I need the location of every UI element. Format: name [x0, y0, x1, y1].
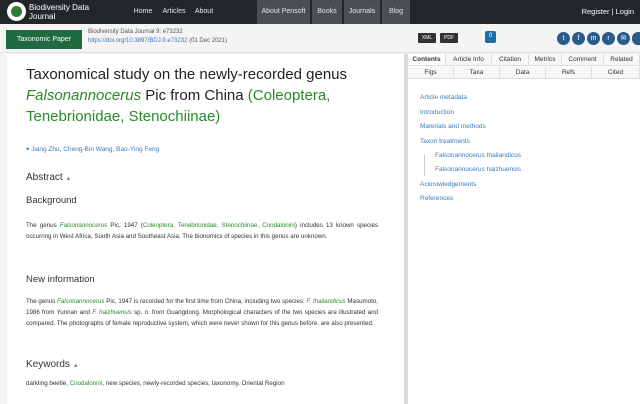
facebook-icon[interactable]: f: [572, 32, 585, 45]
toc-indent-line: [424, 154, 425, 176]
comments-count-badge[interactable]: 0: [485, 31, 496, 43]
article-type-button[interactable]: Taxonomic Paper: [6, 30, 82, 49]
ni-genus-link[interactable]: Falsonannocerus: [57, 298, 104, 305]
title-genus-link[interactable]: Falsonannocerus: [26, 87, 141, 104]
kw-text-b: , new species, newly-recorded species, t…: [102, 380, 285, 387]
twitter-icon[interactable]: t: [557, 32, 570, 45]
new-information-heading: New information: [26, 274, 95, 285]
keywords-heading-text: Keywords: [26, 359, 70, 370]
tab-metrics[interactable]: Metrics: [529, 54, 562, 66]
plus-icon[interactable]: [632, 32, 640, 45]
email-icon[interactable]: ✉: [617, 32, 630, 45]
collapse-icon[interactable]: ▲: [65, 176, 71, 182]
keywords-paragraph: darkling beetle, Cnodalonini, new specie…: [26, 378, 378, 389]
bg-text-b: Pic, 1947 (: [107, 222, 143, 229]
journal-logo-text[interactable]: Biodiversity Data Journal: [29, 3, 99, 21]
sidebar-panel: [407, 54, 640, 404]
ni-species1-link[interactable]: F. thailandicus: [307, 298, 346, 305]
article-title: Taxonomical study on the newly-recorded …: [26, 64, 386, 127]
ni-text-a: The genus: [26, 298, 58, 305]
authors-list[interactable]: ▾ Jiang Zhu, Cheng-Bin Wang, Bao-Ying Fe…: [26, 145, 159, 153]
nav-home[interactable]: Home: [128, 0, 158, 24]
kw-cnodalonini-link[interactable]: Cnodalonini: [70, 380, 103, 387]
background-heading: Background: [26, 195, 77, 206]
tab-article-info[interactable]: Article Info: [446, 54, 492, 66]
nav-journals[interactable]: Journals: [344, 0, 380, 24]
new-information-paragraph: The genus Falsonannocerus Pic, 1947 is r…: [26, 296, 378, 329]
separator: |: [611, 7, 614, 16]
toc-introduction[interactable]: Introduction: [420, 109, 454, 116]
reddit-icon[interactable]: r: [602, 32, 615, 45]
collapse-icon[interactable]: ▲: [73, 363, 79, 369]
toc-acknowledgements[interactable]: Acknowledgements: [420, 181, 476, 188]
toc-article-metadata[interactable]: Article metadata: [420, 94, 467, 101]
register-link[interactable]: Register: [582, 7, 610, 16]
toc-taxon-treatments[interactable]: Taxon treatments: [420, 138, 470, 145]
bg-text-a: The genus: [26, 222, 60, 229]
journal-logo-icon[interactable]: [7, 2, 26, 21]
journal-reference: Biodiversity Data Journal 9: e73232 http…: [88, 28, 227, 46]
journal-line: Biodiversity Data Journal 9: e73232: [88, 29, 183, 35]
article-header: Taxonomic Paper Biodiversity Data Journa…: [0, 24, 640, 53]
nav-articles[interactable]: Articles: [158, 0, 190, 24]
tab-contents[interactable]: Contents: [408, 54, 446, 66]
toc-falsonannocerus-thailandicus[interactable]: Falsonannocerus thailandicus: [435, 152, 521, 159]
account-links: Register | Login: [582, 0, 634, 24]
mendeley-icon[interactable]: m: [587, 32, 600, 45]
tab-refs[interactable]: Refs: [546, 67, 592, 79]
nav-about-pensoft[interactable]: About Pensoft: [257, 0, 310, 24]
login-link[interactable]: Login: [616, 7, 634, 16]
pdf-download-button[interactable]: PDF: [440, 33, 458, 43]
tab-data[interactable]: Data: [500, 67, 546, 79]
abstract-heading[interactable]: Abstract ▲: [26, 172, 71, 183]
ni-text-b: Pic, 1947 is recorded for the first time…: [104, 298, 307, 305]
bg-taxa-link[interactable]: Coleoptera, Tenebrionidae, Stenochiinae,…: [143, 222, 295, 229]
bg-genus-link[interactable]: Falsonannocerus: [60, 222, 107, 229]
ni-species2-link[interactable]: F. haizhuensis: [92, 309, 132, 316]
nav-about[interactable]: About: [190, 0, 218, 24]
tab-comment[interactable]: Comment: [562, 54, 604, 66]
doi-link[interactable]: https://doi.org/10.3897/BDJ.9.e73232: [88, 38, 187, 44]
toc-materials-methods[interactable]: Materials and methods: [420, 123, 486, 130]
toc-falsonannocerus-haizhuensis[interactable]: Falsonannocerus haizhuensis: [435, 166, 521, 173]
top-navbar: Biodiversity Data Journal Home Articles …: [0, 0, 640, 24]
tab-taxa[interactable]: Taxa: [454, 67, 500, 79]
background-paragraph: The genus Falsonannocerus Pic, 1947 (Col…: [26, 220, 378, 242]
publish-date: (01 Dec 2021): [189, 38, 228, 44]
toc-references[interactable]: References: [420, 195, 453, 202]
tab-related[interactable]: Related: [604, 54, 640, 66]
authors-names[interactable]: Jiang Zhu, Cheng-Bin Wang, Bao-Ying Feng: [31, 146, 159, 153]
title-prefix: Taxonomical study on the newly-recorded …: [26, 66, 348, 83]
article-body: Taxonomical study on the newly-recorded …: [7, 54, 405, 404]
tab-figs[interactable]: Figs: [408, 67, 454, 79]
nav-blog[interactable]: Blog: [382, 0, 410, 24]
kw-text-a: darkling beetle,: [26, 380, 70, 387]
tab-citation[interactable]: Citation: [492, 54, 529, 66]
abstract-heading-text: Abstract: [26, 172, 63, 183]
tab-cited[interactable]: Cited: [592, 67, 640, 79]
title-suffix: Pic from China: [141, 87, 244, 104]
keywords-heading[interactable]: Keywords ▲: [26, 359, 79, 370]
nav-books[interactable]: Books: [312, 0, 342, 24]
xml-download-button[interactable]: XML: [418, 33, 436, 43]
